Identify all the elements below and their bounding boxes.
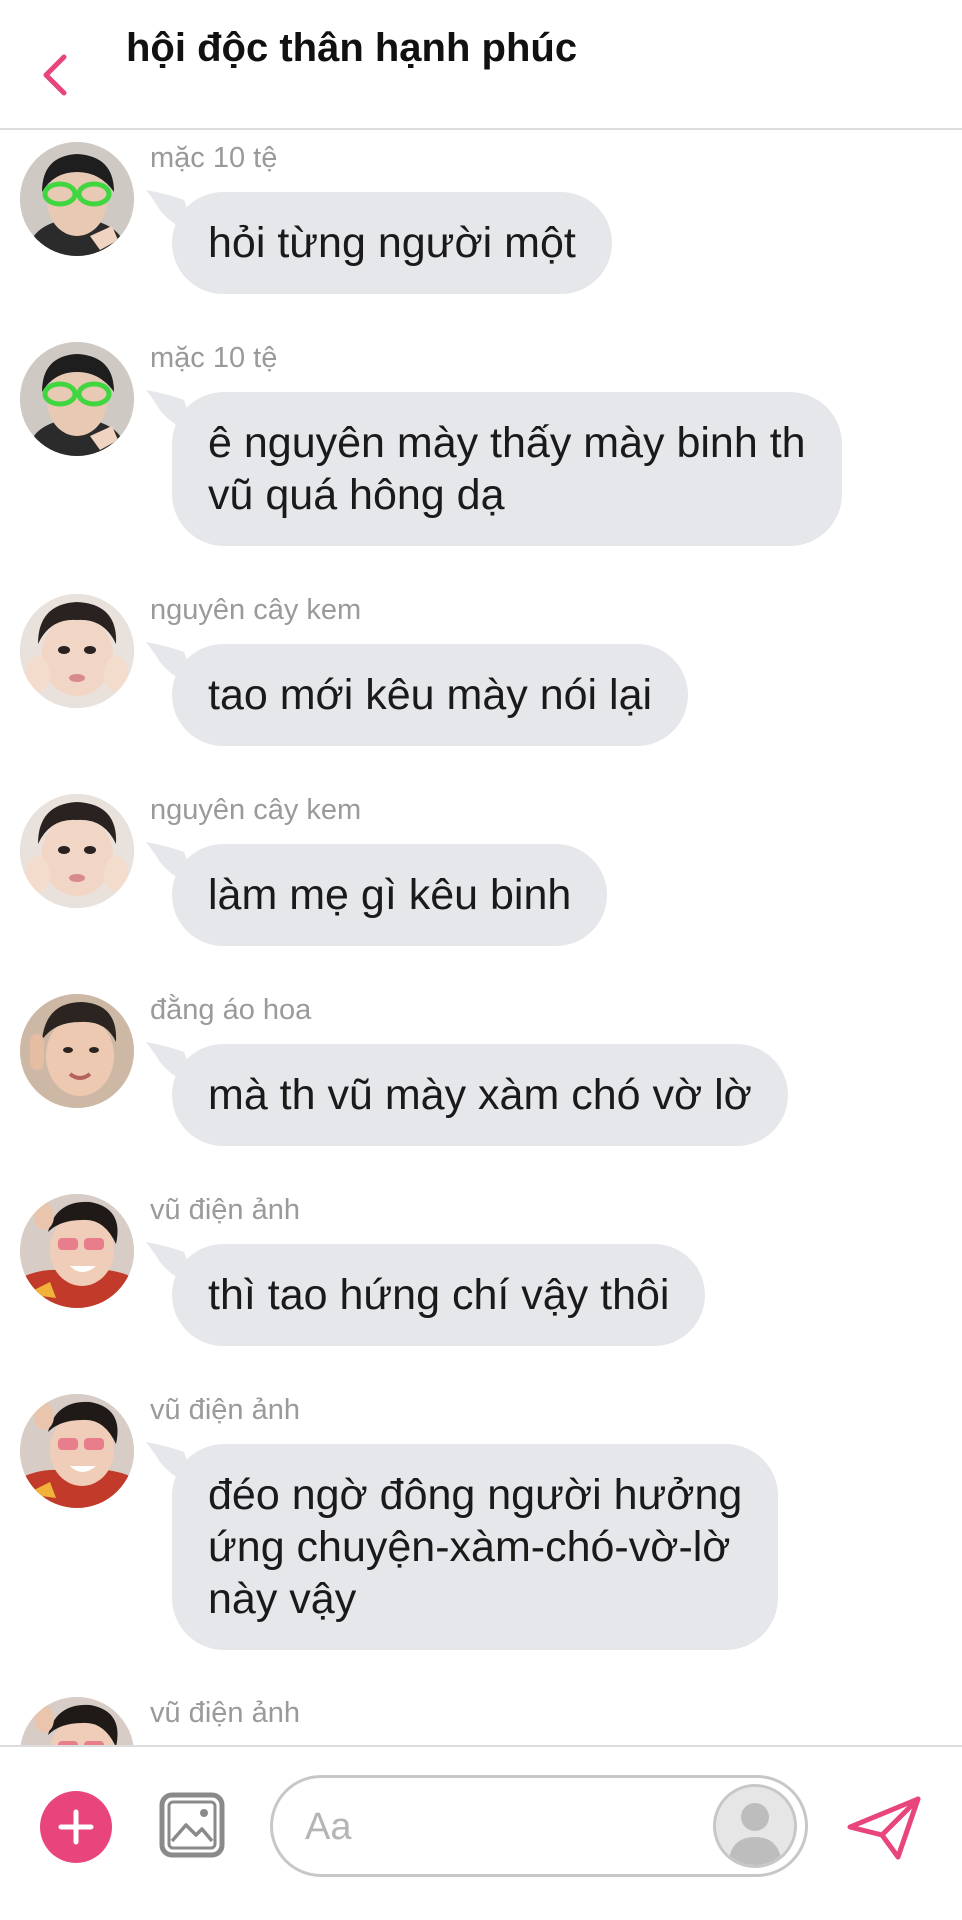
- back-button[interactable]: [30, 45, 80, 105]
- message-text: này vậy: [208, 1575, 357, 1623]
- avatar-placeholder-icon: [716, 1787, 794, 1865]
- message-text: hỏi từng người một: [208, 219, 576, 267]
- chat-title: hội độc thân hạnh phúc: [126, 26, 578, 70]
- cheek-squish-avatar[interactable]: [20, 794, 134, 908]
- green-alien-glasses-avatar[interactable]: [20, 342, 134, 456]
- selfie-avatar[interactable]: [20, 994, 134, 1108]
- sender-name: nguyên cây kem: [150, 594, 362, 626]
- pink-sunglasses-avatar[interactable]: [20, 1194, 134, 1308]
- message-bubble[interactable]: mà th vũ mày xàm chó vờ lờ: [172, 1044, 788, 1146]
- cheek-squish-avatar[interactable]: [20, 594, 134, 708]
- message-bubble[interactable]: ê nguyên mày thấy mày binh th vũ quá hôn…: [172, 392, 842, 546]
- sender-name: vũ điện ảnh: [150, 1697, 300, 1729]
- chat-screen: hội độc thân hạnh phúc mặc 10 tệ hỏi từn…: [0, 0, 962, 1920]
- message-bubble[interactable]: hỏi từng người một: [172, 192, 612, 294]
- message-text: ứng chuyện-xàm-chó-vờ-lờ: [208, 1523, 731, 1571]
- sender-name: mặc 10 tệ: [150, 342, 278, 374]
- pink-sunglasses-avatar[interactable]: [20, 1697, 134, 1745]
- message-input[interactable]: [303, 1792, 687, 1862]
- message-text: làm mẹ gì kêu binh: [208, 871, 572, 919]
- sender-name: vũ điện ảnh: [150, 1394, 300, 1426]
- message-text: thì tao hứng chí vậy thôi: [208, 1271, 670, 1319]
- sticker-button[interactable]: [713, 1784, 797, 1868]
- composer-bar: [0, 1745, 962, 1920]
- message-text: đéo ngờ đông người hưởng: [208, 1471, 743, 1519]
- message-bubble[interactable]: làm mẹ gì kêu binh: [172, 844, 608, 946]
- message-input-box[interactable]: [270, 1775, 808, 1877]
- message-bubble[interactable]: thì tao hứng chí vậy thôi: [172, 1244, 706, 1346]
- sender-name: nguyên cây kem: [150, 794, 362, 826]
- chevron-left-icon: [43, 54, 67, 96]
- message-text: ê nguyên mày thấy mày binh th: [208, 419, 806, 467]
- green-alien-glasses-avatar[interactable]: [20, 142, 134, 256]
- chat-header: hội độc thân hạnh phúc: [0, 0, 962, 130]
- image-button[interactable]: [158, 1791, 226, 1859]
- message-text: tao mới kêu mày nói lại: [208, 671, 653, 719]
- message-bubble[interactable]: tao mới kêu mày nói lại: [172, 644, 689, 746]
- message-text: mà th vũ mày xàm chó vờ lờ: [208, 1071, 752, 1119]
- plus-icon: [58, 1809, 94, 1845]
- sender-name: đằng áo hoa: [150, 994, 312, 1026]
- message-list[interactable]: mặc 10 tệ hỏi từng người một mặc 10 tệ ê…: [0, 130, 962, 1745]
- sender-name: mặc 10 tệ: [150, 142, 278, 174]
- message-bubble[interactable]: đéo ngờ đông người hưởng ứng chuyện-xàm-…: [172, 1444, 779, 1650]
- add-attachment-button[interactable]: [40, 1791, 112, 1863]
- sender-name: vũ điện ảnh: [150, 1194, 300, 1226]
- pink-sunglasses-avatar[interactable]: [20, 1394, 134, 1508]
- send-button[interactable]: [846, 1793, 922, 1863]
- send-icon: [847, 1796, 921, 1860]
- message-text: vũ quá hông dạ: [208, 471, 505, 519]
- image-icon: [159, 1792, 225, 1858]
